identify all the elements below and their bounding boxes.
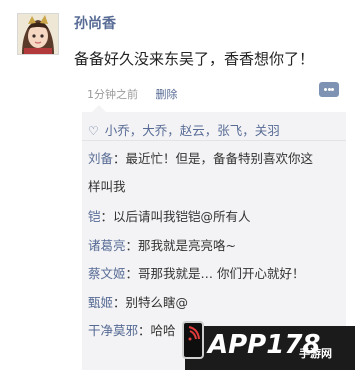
comment-text: ：别特么瞎@: [113, 295, 189, 310]
avatar-image: [18, 14, 58, 54]
comment-row[interactable]: 刘备：最近忙！但是，备备特别喜欢你这: [88, 148, 313, 167]
comment-author[interactable]: 干净莫邪: [88, 323, 138, 338]
comment-row[interactable]: 铠：以后请叫我铠铠@所有人: [88, 206, 251, 225]
comment-text: ：哥那我就是… 你们开心就好！: [125, 266, 305, 281]
delete-link[interactable]: 删除: [156, 88, 178, 101]
comment-row[interactable]: 蔡文姬：哥那我就是… 你们开心就好！: [88, 263, 305, 282]
post-content: 备备好久没来东吴了，香香想你了！: [74, 50, 315, 68]
comment-text: ：最近忙！但是，备备特别喜欢你这: [113, 151, 314, 166]
post-meta: 1分钟之前 删除: [87, 86, 178, 102]
comment-text: ：哈哈: [138, 323, 176, 338]
comment-row[interactable]: 甄姬：别特么瞎@: [88, 292, 188, 311]
divider: [82, 140, 346, 141]
post-author[interactable]: 孙尚香: [74, 13, 116, 33]
comment-text: 样叫我: [88, 179, 126, 194]
avatar[interactable]: [17, 13, 59, 55]
comment-author[interactable]: 蔡文姬: [88, 266, 126, 281]
comment-author[interactable]: 甄姬: [88, 295, 113, 310]
likes-row: ♡ 小乔，大乔，赵云，张飞，关羽: [88, 120, 280, 139]
phone-logo-icon: [182, 321, 204, 359]
comment-row[interactable]: 干净莫邪：哈哈: [88, 320, 176, 339]
comment-author[interactable]: 诸葛亮: [88, 238, 126, 253]
heart-icon: ♡: [88, 124, 99, 138]
watermark-sub: 手游网: [299, 347, 332, 360]
comment-icon[interactable]: [319, 82, 339, 97]
comment-row[interactable]: 诸葛亮：那我就是亮亮咯~: [88, 235, 236, 254]
comment-text: ：那我就是亮亮咯~: [125, 238, 236, 253]
comment-author[interactable]: 铠: [88, 209, 101, 224]
comment-row-continued: 样叫我: [88, 176, 126, 195]
post-time: 1分钟之前: [87, 88, 138, 101]
comment-author[interactable]: 刘备: [88, 151, 113, 166]
likes-names[interactable]: 小乔，大乔，赵云，张飞，关羽: [105, 123, 280, 138]
comment-text: ：以后请叫我铠铠@所有人: [100, 209, 251, 224]
phone-logo-glyph: [188, 326, 200, 341]
